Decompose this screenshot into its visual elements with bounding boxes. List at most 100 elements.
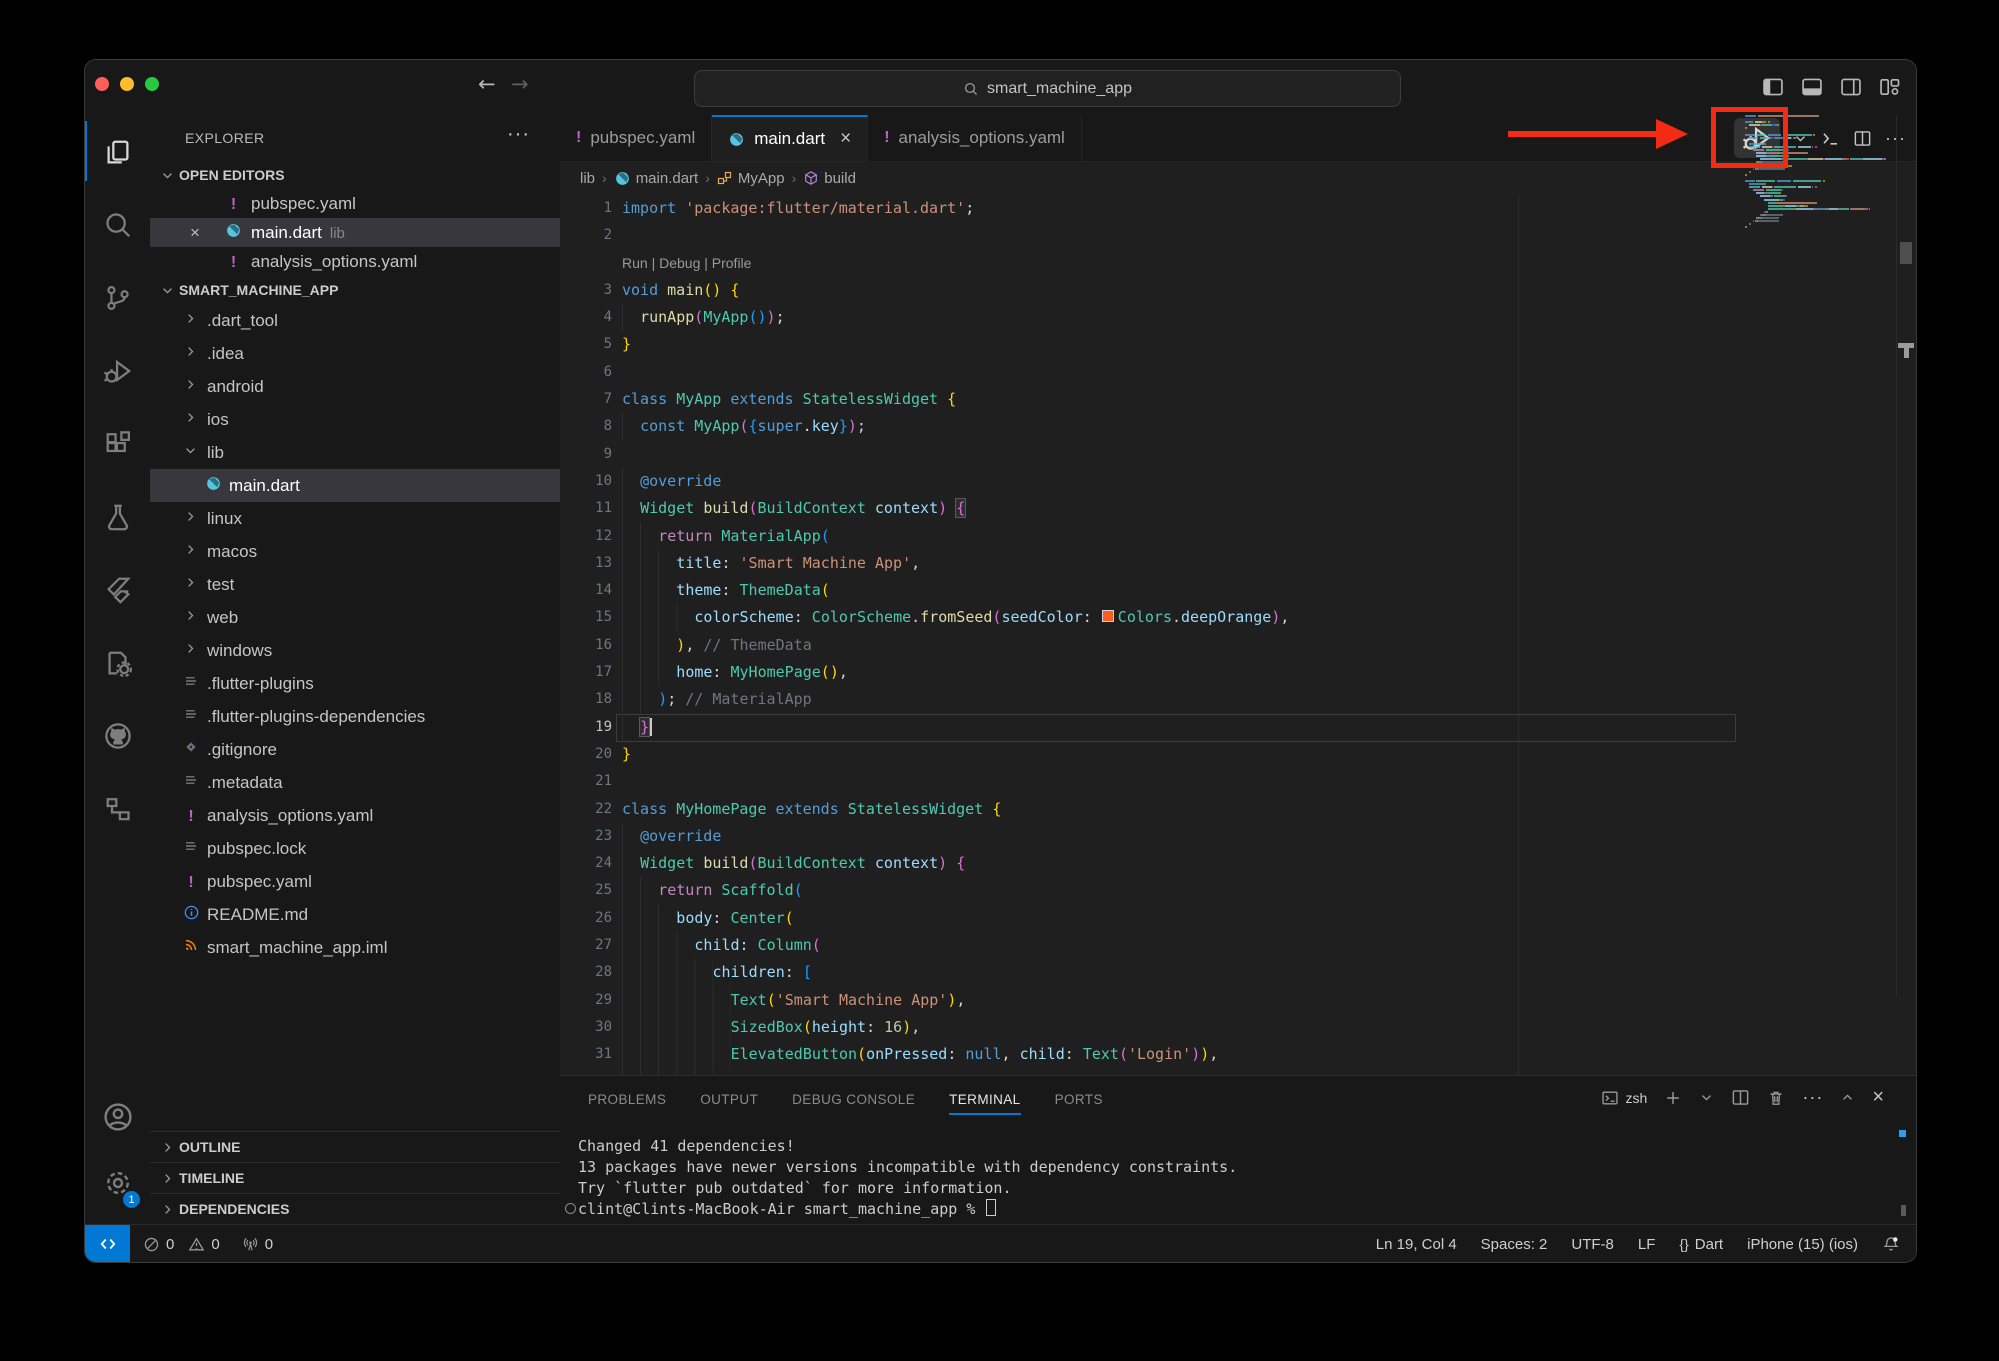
status-device-selector[interactable]: iPhone (15) (ios)	[1747, 1236, 1858, 1253]
activity-settings[interactable]: 1	[85, 1150, 150, 1216]
close-icon[interactable]: ×	[190, 223, 200, 243]
terminal-dropdown-icon[interactable]	[1699, 1090, 1714, 1105]
panel-tab-terminal[interactable]: TERMINAL	[949, 1086, 1020, 1113]
close-window-button[interactable]	[95, 77, 109, 91]
close-panel-icon[interactable]: ×	[1872, 1086, 1884, 1109]
open-editors-header[interactable]: OPEN EDITORS	[150, 161, 560, 189]
code-line-2[interactable]: 2	[560, 222, 1896, 249]
code-line-27[interactable]: 27child: Column(	[560, 932, 1896, 959]
tree-folder-lib[interactable]: lib	[150, 436, 560, 469]
code-line-23[interactable]: 23@override	[560, 823, 1896, 850]
tree-file-.metadata[interactable]: .metadata	[150, 766, 560, 799]
section-dependencies[interactable]: DEPENDENCIES	[150, 1193, 560, 1224]
breadcrumb-item-main.dart[interactable]: main.dart	[614, 170, 699, 187]
tree-file-pubspec.lock[interactable]: pubspec.lock	[150, 832, 560, 865]
code-line-24[interactable]: 24Widget build(BuildContext context) {	[560, 850, 1896, 877]
ports-status[interactable]: 0	[242, 1236, 273, 1253]
code-line-15[interactable]: 15colorScheme: ColorScheme.fromSeed(seed…	[560, 604, 1896, 631]
tree-file-smart_machine_app.iml[interactable]: smart_machine_app.iml	[150, 931, 560, 964]
code-line-3[interactable]: 3void main() {	[560, 277, 1896, 304]
section-timeline[interactable]: TIMELINE	[150, 1162, 560, 1193]
terminal-output[interactable]: Changed 41 dependencies!13 packages have…	[578, 1136, 1237, 1220]
code-line-5[interactable]: 5}	[560, 331, 1896, 358]
panel-tab-problems[interactable]: PROBLEMS	[588, 1086, 666, 1113]
code-line-19[interactable]: 19}	[560, 714, 1896, 741]
kill-terminal-icon[interactable]	[1767, 1089, 1785, 1107]
editor-scrollbar[interactable]	[1896, 115, 1916, 995]
tree-file-.gitignore[interactable]: .gitignore	[150, 733, 560, 766]
breadcrumb-item-lib[interactable]: lib	[580, 170, 595, 187]
breadcrumb-item-MyApp[interactable]: MyApp	[717, 170, 785, 187]
tree-folder-ios[interactable]: ios	[150, 403, 560, 436]
tree-file-analysis_options.yaml[interactable]: ! analysis_options.yaml	[150, 799, 560, 832]
nav-forward-button[interactable]: →	[511, 72, 529, 96]
code-line-20[interactable]: 20}	[560, 741, 1896, 768]
code-editor[interactable]: 1import 'package:flutter/material.dart';…	[560, 195, 1896, 1075]
activity-project-tools[interactable]	[85, 626, 150, 699]
status-encoding[interactable]: UTF-8	[1571, 1236, 1614, 1253]
code-line-17[interactable]: 17home: MyHomePage(),	[560, 659, 1896, 686]
code-line-13[interactable]: 13title: 'Smart Machine App',	[560, 550, 1896, 577]
minimize-window-button[interactable]	[120, 77, 134, 91]
tab-main.dart[interactable]: main.dart ×	[712, 115, 868, 161]
split-terminal-icon[interactable]	[1731, 1088, 1750, 1107]
tree-folder-macos[interactable]: macos	[150, 535, 560, 568]
code-line-30[interactable]: 30SizedBox(height: 16),	[560, 1014, 1896, 1041]
code-line-12[interactable]: 12return MaterialApp(	[560, 523, 1896, 550]
activity-testing[interactable]	[85, 480, 150, 553]
breadcrumb-item-build[interactable]: build	[803, 170, 856, 187]
status-language-mode[interactable]: {}Dart	[1679, 1236, 1723, 1253]
tree-file-main.dart[interactable]: main.dart	[150, 469, 560, 502]
tree-file-pubspec.yaml[interactable]: ! pubspec.yaml	[150, 865, 560, 898]
tree-folder-test[interactable]: test	[150, 568, 560, 601]
code-line-31[interactable]: 31ElevatedButton(onPressed: null, child:…	[560, 1041, 1896, 1068]
section-outline[interactable]: OUTLINE	[150, 1131, 560, 1162]
status-eol[interactable]: LF	[1638, 1236, 1656, 1253]
code-line-18[interactable]: 18); // MaterialApp	[560, 686, 1896, 713]
tree-folder-linux[interactable]: linux	[150, 502, 560, 535]
panel-tab-output[interactable]: OUTPUT	[700, 1086, 758, 1113]
code-line-22[interactable]: 22class MyHomePage extends StatelessWidg…	[560, 796, 1896, 823]
tree-file-.flutter-plugins[interactable]: .flutter-plugins	[150, 667, 560, 700]
codelens-run-debug-profile[interactable]: Run | Debug | Profile	[560, 250, 1896, 277]
open-editor-pubspec.yaml[interactable]: ! pubspec.yaml	[150, 189, 560, 218]
code-line-11[interactable]: 11Widget build(BuildContext context) {	[560, 495, 1896, 522]
activity-accounts[interactable]	[85, 1084, 150, 1150]
code-line-28[interactable]: 28children: [	[560, 959, 1896, 986]
close-icon[interactable]: ×	[840, 128, 851, 150]
new-terminal-icon[interactable]	[1664, 1089, 1682, 1107]
activity-hierarchy[interactable]	[85, 772, 150, 845]
maximize-panel-icon[interactable]	[1840, 1090, 1855, 1105]
code-line-14[interactable]: 14theme: ThemeData(	[560, 577, 1896, 604]
status-cursor-position[interactable]: Ln 19, Col 4	[1376, 1236, 1457, 1253]
tree-file-README.md[interactable]: README.md	[150, 898, 560, 931]
project-root-header[interactable]: SMART_MACHINE_APP	[150, 276, 560, 304]
activity-run-and-debug[interactable]	[85, 334, 150, 407]
panel-tab-debug-console[interactable]: DEBUG CONSOLE	[792, 1086, 915, 1113]
activity-search[interactable]	[85, 188, 150, 261]
nav-back-button[interactable]: ←	[478, 72, 496, 96]
panel-tab-ports[interactable]: PORTS	[1055, 1086, 1103, 1113]
layout-sidebar-left-icon[interactable]	[1761, 75, 1785, 99]
tree-file-.flutter-plugins-dependencies[interactable]: .flutter-plugins-dependencies	[150, 700, 560, 733]
open-editor-analysis_options.yaml[interactable]: ! analysis_options.yaml	[150, 247, 560, 276]
code-line-25[interactable]: 25return Scaffold(	[560, 877, 1896, 904]
activity-extensions[interactable]	[85, 407, 150, 480]
activity-github[interactable]	[85, 699, 150, 772]
minimap[interactable]	[1745, 115, 1897, 995]
code-line-10[interactable]: 10@override	[560, 468, 1896, 495]
tree-folder-.dart_tool[interactable]: .dart_tool	[150, 304, 560, 337]
command-center-search[interactable]: smart_machine_app	[694, 70, 1401, 107]
tab-pubspec.yaml[interactable]: !pubspec.yaml	[560, 115, 712, 161]
layout-sidebar-right-icon[interactable]	[1839, 75, 1863, 99]
tree-folder-web[interactable]: web	[150, 601, 560, 634]
tree-folder-.idea[interactable]: .idea	[150, 337, 560, 370]
explorer-more-actions-icon[interactable]: ···	[507, 123, 530, 146]
activity-explorer[interactable]	[85, 115, 150, 188]
problems-status[interactable]: 0 0	[143, 1236, 220, 1253]
code-line-7[interactable]: 7class MyApp extends StatelessWidget {	[560, 386, 1896, 413]
layout-customize-icon[interactable]	[1878, 75, 1902, 99]
activity-source-control[interactable]	[85, 261, 150, 334]
code-line-6[interactable]: 6	[560, 359, 1896, 386]
code-line-29[interactable]: 29Text('Smart Machine App'),	[560, 987, 1896, 1014]
